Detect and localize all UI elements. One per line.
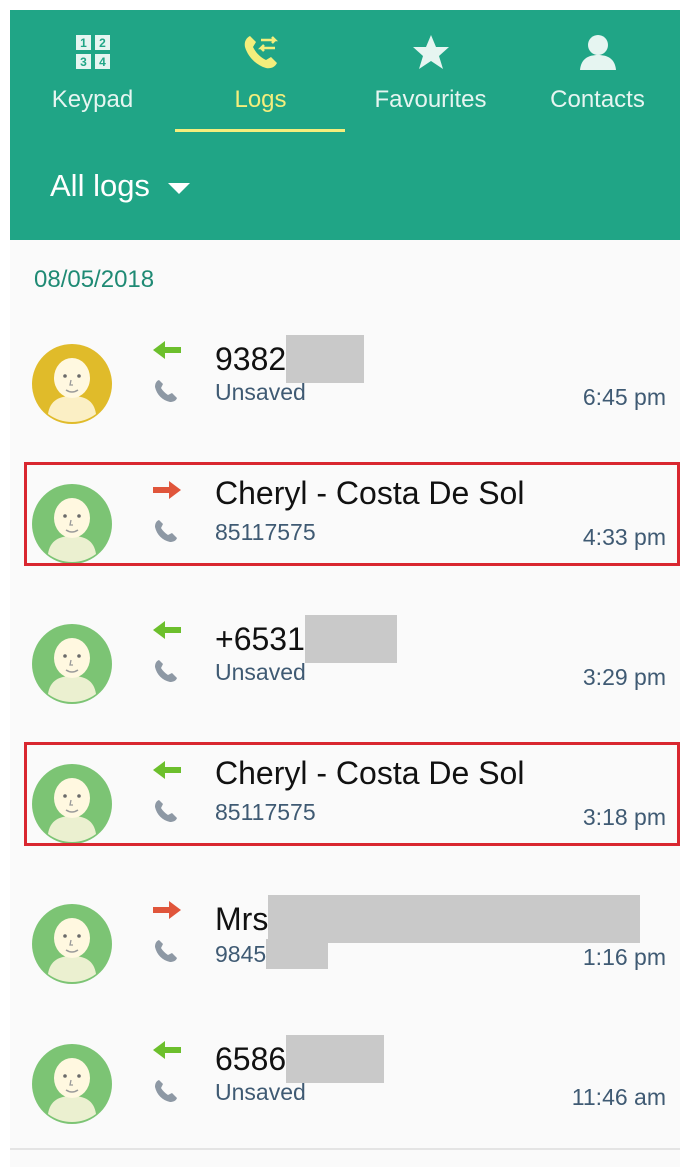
contact-number: Unsaved: [215, 1079, 306, 1106]
call-log-row[interactable]: +6531 Unsaved 3:29 pm: [10, 602, 680, 722]
contact-number-text: 85117575: [215, 799, 316, 825]
keypad-icon: 1 2 3 4: [75, 35, 110, 69]
redacted-block: [286, 1035, 385, 1083]
phone-icon: [155, 380, 177, 402]
contact-number: 9845: [215, 939, 329, 969]
contact-name-text: Cheryl - Costa De Sol: [215, 755, 525, 791]
person-icon: [579, 35, 616, 70]
contact-name: +6531: [215, 615, 397, 663]
phone-icon: [155, 520, 177, 542]
date-header: 08/05/2018: [34, 266, 155, 293]
call-log-icon: [244, 36, 278, 69]
contact-name-text: +6531: [215, 620, 305, 657]
phone-icon: [155, 940, 177, 962]
outgoing-call-arrow-icon: [153, 901, 181, 919]
call-time: 1:16 pm: [582, 944, 666, 970]
call-log-screen: 1 2 3 4 Keypad Logs Favourites Contacts …: [10, 10, 680, 1167]
tab-contacts-label: Contacts: [550, 86, 645, 113]
divider: [10, 1148, 680, 1150]
incoming-call-arrow-icon: [153, 1041, 181, 1059]
svg-text:4: 4: [99, 55, 106, 69]
call-time: 11:46 am: [571, 1084, 666, 1110]
svg-text:3: 3: [80, 55, 87, 69]
call-log-row[interactable]: 9382 Unsaved 6:45 pm: [10, 322, 680, 442]
call-time: 6:45 pm: [582, 384, 666, 410]
contact-number-text: Unsaved: [215, 1079, 306, 1105]
contact-number: 85117575: [215, 799, 316, 826]
contact-name: Cheryl - Costa De Sol: [215, 755, 524, 792]
tab-favourites-label: Favourites: [374, 86, 487, 113]
svg-text:1: 1: [80, 36, 87, 50]
contact-avatar-icon[interactable]: [32, 344, 112, 424]
all-logs-dropdown[interactable]: All logs: [50, 168, 190, 204]
contact-name: 6586: [215, 1035, 385, 1083]
contact-name: Cheryl - Costa De Sol: [215, 475, 524, 512]
filter-label: All logs: [50, 168, 150, 203]
tab-logs-label: Logs: [234, 86, 287, 113]
call-log-row[interactable]: Cheryl - Costa De Sol 85117575 4:33 pm: [10, 462, 680, 582]
contact-name-text: Cheryl - Costa De Sol: [215, 475, 525, 511]
contact-name: 9382: [215, 335, 365, 383]
contact-number: Unsaved: [215, 659, 306, 686]
call-log-row[interactable]: Mrs 9845 1:16 pm: [10, 882, 680, 1002]
contact-name: Mrs: [215, 895, 641, 943]
contact-number-text: Unsaved: [215, 379, 306, 405]
contact-number: 85117575: [215, 519, 316, 546]
contact-avatar-icon[interactable]: [32, 484, 112, 564]
contact-name-text: Mrs: [215, 900, 269, 937]
call-time: 3:18 pm: [582, 804, 666, 830]
contact-number-text: 85117575: [215, 519, 316, 545]
contact-number: Unsaved: [215, 379, 306, 406]
contact-avatar-icon[interactable]: [32, 1044, 112, 1124]
contact-number-text: 9845: [215, 940, 267, 967]
contact-name-text: 9382: [215, 340, 287, 377]
app-header: 1 2 3 4 Keypad Logs Favourites Contacts …: [10, 10, 680, 240]
tab-favourites[interactable]: Favourites: [348, 10, 513, 135]
tab-keypad[interactable]: 1 2 3 4 Keypad: [10, 10, 175, 135]
outgoing-call-arrow-icon: [153, 481, 181, 499]
redacted-block: [266, 939, 329, 969]
contact-avatar-icon[interactable]: [32, 904, 112, 984]
incoming-call-arrow-icon: [153, 621, 181, 639]
phone-icon: [155, 1080, 177, 1102]
contact-avatar-icon[interactable]: [32, 764, 112, 844]
tab-keypad-label: Keypad: [51, 86, 134, 113]
contact-avatar-icon[interactable]: [32, 624, 112, 704]
call-time: 3:29 pm: [582, 664, 666, 690]
svg-text:2: 2: [99, 36, 106, 50]
call-log-row[interactable]: Cheryl - Costa De Sol 85117575 3:18 pm: [10, 742, 680, 862]
call-time: 4:33 pm: [582, 524, 666, 550]
star-icon: [412, 35, 449, 69]
caret-down-icon: [167, 182, 190, 194]
phone-icon: [155, 800, 177, 822]
phone-icon: [155, 660, 177, 682]
incoming-call-arrow-icon: [153, 341, 181, 359]
tab-logs[interactable]: Logs: [178, 10, 343, 135]
redacted-block: [286, 335, 365, 383]
active-tab-indicator: [175, 129, 345, 132]
redacted-block: [304, 615, 397, 663]
call-log-row[interactable]: 6586 Unsaved 11:46 am: [10, 1022, 680, 1142]
contact-number-text: Unsaved: [215, 659, 306, 685]
tab-contacts[interactable]: Contacts: [515, 10, 680, 135]
contact-name-text: 6586: [215, 1040, 287, 1077]
incoming-call-arrow-icon: [153, 761, 181, 779]
redacted-block: [268, 895, 641, 943]
